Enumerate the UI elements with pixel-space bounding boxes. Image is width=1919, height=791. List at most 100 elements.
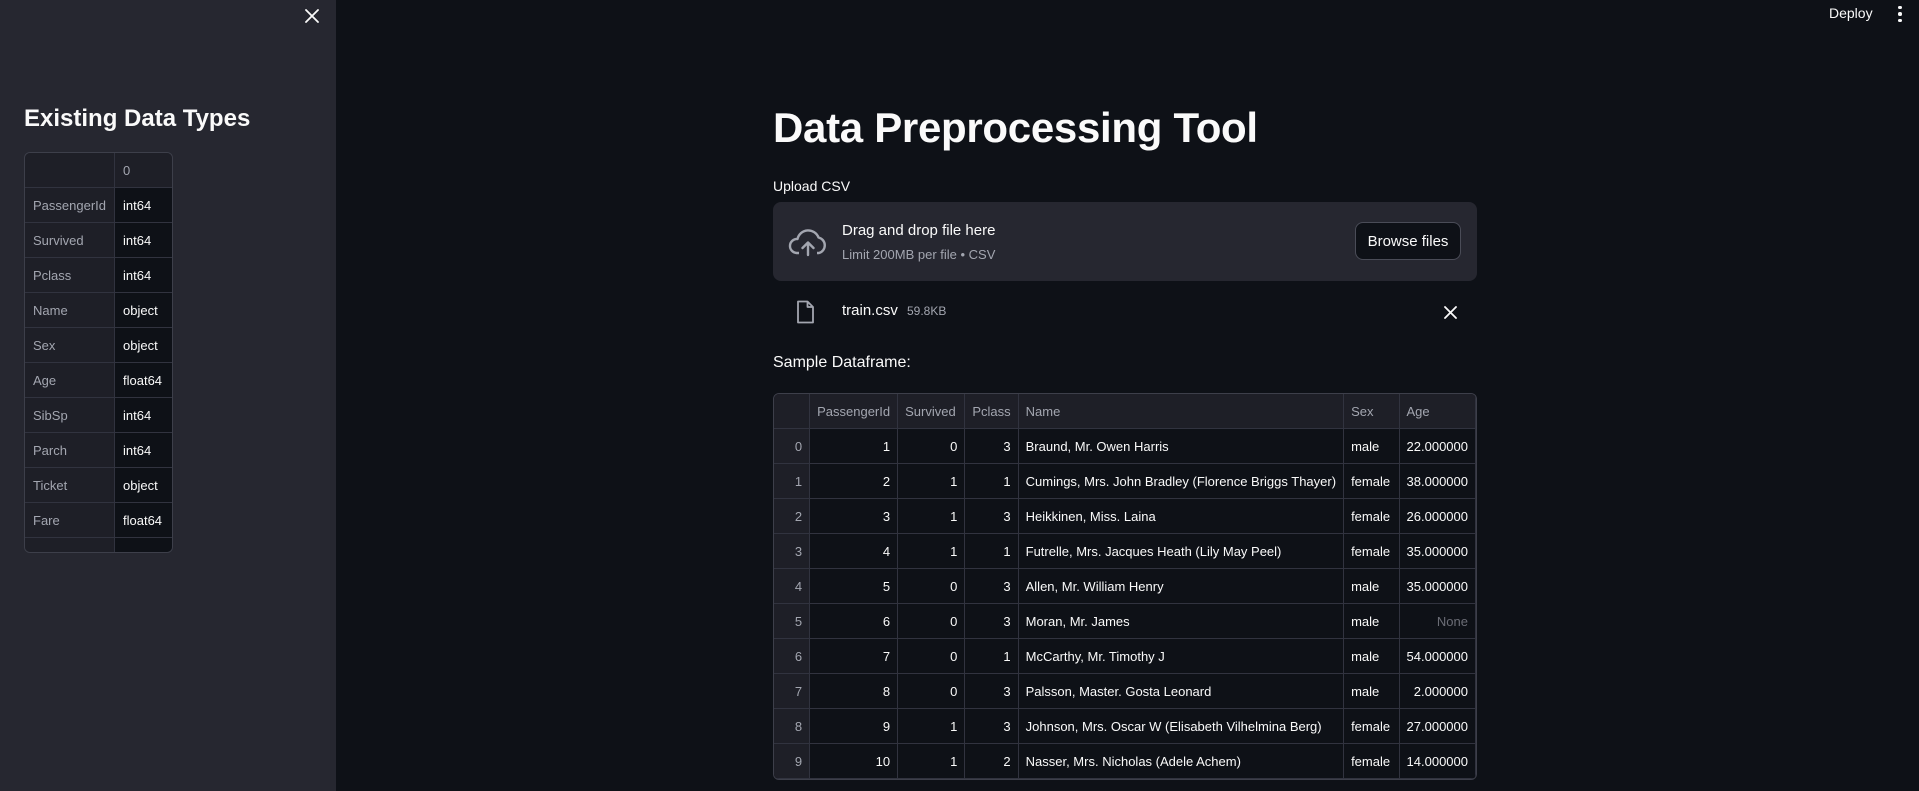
table-cell[interactable]: 0 <box>898 604 966 639</box>
table-cell[interactable]: 2 <box>810 464 899 499</box>
table-cell[interactable]: female <box>1344 709 1400 744</box>
main-menu-icon[interactable] <box>1894 4 1906 24</box>
table-cell[interactable]: Moran, Mr. James <box>1018 604 1345 639</box>
table-row[interactable]: Parch int64 <box>25 433 172 468</box>
table-cell[interactable]: 22.000000 <box>1399 429 1476 464</box>
table-row[interactable]: 2 3 1 3 Heikkinen, Miss. Laina female 26.00000… <box>774 499 1476 534</box>
table-cell[interactable]: 26.000000 <box>1399 499 1476 534</box>
column-header[interactable] <box>774 394 811 429</box>
table-row[interactable]: SibSp int64 <box>25 398 172 433</box>
table-cell[interactable]: 0 <box>898 429 966 464</box>
table-row[interactable]: 6 7 0 1 McCarthy, Mr. Timothy Jmale 54.000000 <box>774 639 1476 674</box>
dtype-cell[interactable]: object <box>115 293 172 328</box>
table-row[interactable]: Age float64 <box>25 363 172 398</box>
table-cell[interactable]: 14.000000 <box>1399 744 1476 779</box>
table-cell[interactable]: 8 <box>810 674 899 709</box>
table-row[interactable]: 8 9 1 3 Johnson, Mrs. Oscar W (Elisabeth Vil… <box>774 709 1476 744</box>
table-row[interactable]: Fare float64 <box>25 503 172 538</box>
row-index-cell[interactable]: Sex <box>25 328 115 363</box>
table-cell[interactable]: 27.000000 <box>1399 709 1476 744</box>
row-index-cell[interactable]: Survived <box>25 223 115 258</box>
row-index-cell[interactable]: 1 <box>774 464 811 499</box>
table-cell[interactable]: Futrelle, Mrs. Jacques Heath (Lily May P… <box>1018 534 1345 569</box>
row-index-cell[interactable]: 9 <box>774 744 811 779</box>
table-header-cell[interactable] <box>25 153 115 188</box>
column-header[interactable]: Age <box>1399 394 1476 429</box>
column-header[interactable]: Sex <box>1344 394 1400 429</box>
table-cell[interactable]: 3 <box>965 709 1019 744</box>
dtype-cell[interactable]: float64 <box>115 363 172 398</box>
table-cell[interactable]: 1 <box>810 429 899 464</box>
data-types-table[interactable]: 0 PassengerId int64 Survived int64 Pclass int… <box>24 152 173 553</box>
column-header[interactable]: PassengerId <box>810 394 899 429</box>
table-cell[interactable]: 1 <box>965 534 1019 569</box>
row-index-cell[interactable]: SibSp <box>25 398 115 433</box>
deploy-button[interactable]: Deploy <box>1829 5 1873 21</box>
table-cell[interactable]: female <box>1344 534 1400 569</box>
table-cell[interactable]: male <box>1344 604 1400 639</box>
table-cell[interactable]: male <box>1344 674 1400 709</box>
dtype-cell[interactable]: object <box>115 328 172 363</box>
table-cell[interactable]: 1 <box>898 709 966 744</box>
table-cell[interactable]: 0 <box>898 569 966 604</box>
table-cell[interactable]: 2 <box>965 744 1019 779</box>
table-cell[interactable]: 1 <box>898 744 966 779</box>
table-row[interactable]: Survived int64 <box>25 223 172 258</box>
table-cell[interactable]: Allen, Mr. William Henry <box>1018 569 1345 604</box>
table-cell[interactable]: 1 <box>965 639 1019 674</box>
file-dropzone[interactable]: Drag and drop file here Limit 200MB per … <box>773 202 1477 281</box>
table-cell[interactable]: 35.000000 <box>1399 534 1476 569</box>
table-cell[interactable]: 5 <box>810 569 899 604</box>
table-row[interactable]: Ticket object <box>25 468 172 503</box>
sample-dataframe[interactable]: PassengerId Survived Pclass Name Sex Age 0103… <box>773 393 1477 780</box>
table-cell[interactable]: female <box>1344 744 1400 779</box>
table-row[interactable]: Name object <box>25 293 172 328</box>
dtype-cell[interactable]: int64 <box>115 398 172 433</box>
table-row[interactable]: 0 1 0 3 Braund, Mr. Owen Harris male 22.000000 <box>774 429 1476 464</box>
table-cell[interactable]: Johnson, Mrs. Oscar W (Elisabeth Vilhelm… <box>1018 709 1345 744</box>
table-row[interactable]: 1 2 1 1 Cumings, Mrs. John Bradley (Florence… <box>774 464 1476 499</box>
row-index-cell[interactable]: Ticket <box>25 468 115 503</box>
table-cell[interactable]: female <box>1344 464 1400 499</box>
row-index-cell[interactable]: 6 <box>774 639 811 674</box>
column-header[interactable]: Pclass <box>965 394 1019 429</box>
table-cell[interactable]: 38.000000 <box>1399 464 1476 499</box>
row-index-cell[interactable]: PassengerId <box>25 188 115 223</box>
table-row[interactable]: Sex object <box>25 328 172 363</box>
table-cell[interactable]: 4 <box>810 534 899 569</box>
table-cell[interactable]: Palsson, Master. Gosta Leonard <box>1018 674 1345 709</box>
table-row[interactable]: 4 5 0 3 Allen, Mr. William Henry male 35.00000… <box>774 569 1476 604</box>
table-row[interactable]: 7 8 0 3 Palsson, Master. Gosta Leonard male 2.… <box>774 674 1476 709</box>
table-cell[interactable]: Cumings, Mrs. John Bradley (Florence Bri… <box>1018 464 1345 499</box>
table-cell[interactable]: McCarthy, Mr. Timothy J <box>1018 639 1345 674</box>
table-cell[interactable]: 6 <box>810 604 899 639</box>
table-cell[interactable]: 10 <box>810 744 899 779</box>
table-cell[interactable]: 3 <box>810 499 899 534</box>
table-cell[interactable]: 2.000000 <box>1399 674 1476 709</box>
row-index-cell[interactable]: 3 <box>774 534 811 569</box>
row-index-cell[interactable]: 8 <box>774 709 811 744</box>
close-icon[interactable] <box>302 6 322 26</box>
table-cell[interactable]: female <box>1344 499 1400 534</box>
dtype-cell[interactable]: int64 <box>115 433 172 468</box>
table-header-cell[interactable]: 0 <box>115 153 172 188</box>
remove-file-icon[interactable] <box>1441 303 1459 321</box>
row-index-cell[interactable]: 5 <box>774 604 811 639</box>
dtype-cell[interactable]: object <box>115 468 172 503</box>
table-cell[interactable]: male <box>1344 639 1400 674</box>
browse-files-button[interactable]: Browse files <box>1355 222 1461 260</box>
row-index-cell[interactable]: Fare <box>25 503 115 538</box>
table-cell[interactable]: 35.000000 <box>1399 569 1476 604</box>
row-index-cell[interactable]: Pclass <box>25 258 115 293</box>
table-cell[interactable]: Nasser, Mrs. Nicholas (Adele Achem) <box>1018 744 1345 779</box>
row-index-cell[interactable]: Name <box>25 293 115 328</box>
dtype-cell[interactable]: int64 <box>115 223 172 258</box>
table-cell[interactable]: Braund, Mr. Owen Harris <box>1018 429 1345 464</box>
table-cell[interactable]: 3 <box>965 674 1019 709</box>
table-row[interactable]: Pclass int64 <box>25 258 172 293</box>
row-index-cell[interactable]: 4 <box>774 569 811 604</box>
table-cell[interactable]: 1 <box>898 464 966 499</box>
dtype-cell[interactable]: int64 <box>115 188 172 223</box>
table-row[interactable]: 9 10 1 2 Nasser, Mrs. Nicholas (Adele Achem)… <box>774 744 1476 779</box>
table-cell[interactable]: male <box>1344 429 1400 464</box>
